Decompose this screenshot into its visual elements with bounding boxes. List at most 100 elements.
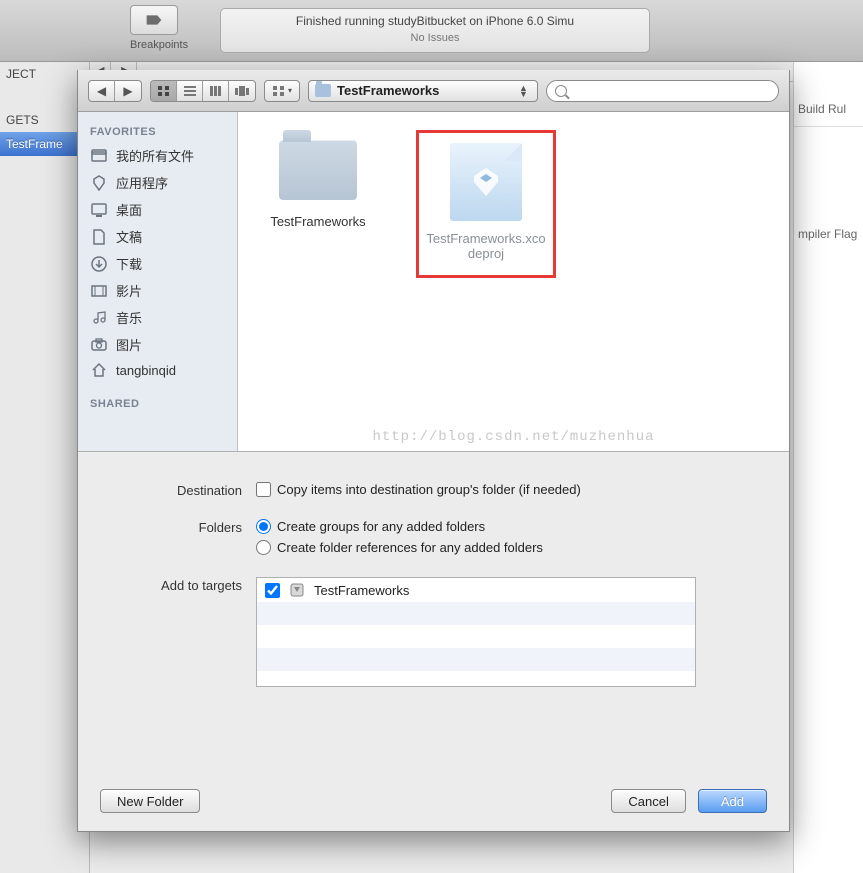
coverflow-view-icon bbox=[235, 85, 249, 97]
options-panel: Destination Copy items into destination … bbox=[78, 452, 789, 713]
add-button[interactable]: Add bbox=[698, 789, 767, 813]
status-bar: Finished running studyBitbucket on iPhon… bbox=[220, 8, 650, 53]
file-item-xcodeproj[interactable]: TestFrameworks.xcodeproj bbox=[416, 130, 556, 278]
coverflow-view-button[interactable] bbox=[229, 81, 255, 101]
folders-row: Folders Create groups for any added fold… bbox=[118, 519, 749, 561]
arrange-button[interactable]: ▾ bbox=[265, 81, 299, 101]
music-icon bbox=[90, 310, 108, 326]
sidebar-item-home[interactable]: tangbinqid bbox=[78, 358, 237, 382]
target-icon bbox=[288, 582, 306, 598]
create-groups-label: Create groups for any added folders bbox=[277, 519, 485, 534]
path-control[interactable]: TestFrameworks ▲▼ bbox=[308, 80, 538, 102]
sidebar-item-applications[interactable]: 应用程序 bbox=[78, 169, 237, 196]
arrange-segment[interactable]: ▾ bbox=[264, 80, 300, 102]
target-row-empty bbox=[257, 648, 695, 671]
breakpoints-button[interactable] bbox=[130, 5, 178, 35]
sidebar-item-label: 下载 bbox=[116, 254, 142, 273]
destination-row: Destination Copy items into destination … bbox=[118, 482, 749, 503]
list-view-icon bbox=[183, 85, 197, 97]
create-references-label: Create folder references for any added f… bbox=[277, 540, 543, 555]
view-mode-segment[interactable] bbox=[150, 80, 256, 102]
search-field[interactable] bbox=[546, 80, 779, 102]
favorites-header: FAVORITES bbox=[78, 120, 237, 142]
icon-view-button[interactable] bbox=[151, 81, 177, 101]
sidebar-item-movies[interactable]: 影片 bbox=[78, 277, 237, 304]
xcode-editor-right: Build Rul mpiler Flag bbox=[793, 62, 863, 873]
cancel-button[interactable]: Cancel bbox=[611, 789, 685, 813]
target-name: TestFrameworks bbox=[314, 583, 409, 598]
file-pane[interactable]: TestFrameworks TestFrameworks.xcodeproj … bbox=[238, 112, 789, 451]
file-label: TestFrameworks bbox=[248, 214, 388, 229]
sidebar-item-label: 影片 bbox=[116, 281, 142, 300]
sidebar-item-downloads[interactable]: 下载 bbox=[78, 250, 237, 277]
folder-icon bbox=[279, 140, 357, 200]
column-view-button[interactable] bbox=[203, 81, 229, 101]
sidebar-item-label: 音乐 bbox=[116, 308, 142, 327]
downloads-icon bbox=[90, 256, 108, 272]
button-bar: New Folder Cancel Add bbox=[78, 771, 789, 831]
breakpoint-icon bbox=[146, 12, 162, 28]
search-icon bbox=[555, 85, 567, 97]
sidebar-item-allfiles[interactable]: 我的所有文件 bbox=[78, 142, 237, 169]
sidebar-item-label: 我的所有文件 bbox=[116, 146, 194, 165]
targets-label: Add to targets bbox=[118, 577, 256, 593]
forward-button[interactable]: ▶ bbox=[115, 81, 141, 101]
file-browser: FAVORITES 我的所有文件 应用程序 桌面 文稿 下载 影片 音乐 图片 … bbox=[78, 112, 789, 452]
nav-history-segment[interactable]: ◀ ▶ bbox=[88, 80, 142, 102]
destination-label: Destination bbox=[118, 482, 256, 498]
copy-items-option[interactable]: Copy items into destination group's fold… bbox=[256, 482, 749, 497]
arrange-icon bbox=[272, 85, 286, 97]
shared-header: SHARED bbox=[78, 392, 237, 414]
create-references-radio[interactable] bbox=[256, 540, 271, 555]
targets-list[interactable]: TestFrameworks bbox=[256, 577, 696, 687]
home-icon bbox=[90, 362, 108, 378]
sidebar-item-desktop[interactable]: 桌面 bbox=[78, 196, 237, 223]
nav-targets: GETS bbox=[0, 108, 89, 132]
icon-view-icon bbox=[157, 85, 171, 97]
path-stepper-icon[interactable]: ▲▼ bbox=[519, 85, 531, 97]
copy-items-checkbox[interactable] bbox=[256, 482, 271, 497]
targets-row: Add to targets TestFrameworks bbox=[118, 577, 749, 687]
target-row-empty bbox=[257, 602, 695, 625]
copy-items-label: Copy items into destination group's fold… bbox=[277, 482, 581, 497]
xcode-toolbar: Breakpoints Finished running studyBitbuc… bbox=[0, 0, 863, 62]
sheet-toolbar: ◀ ▶ ▾ TestFrameworks ▲ bbox=[78, 70, 789, 112]
breakpoints-control[interactable]: Breakpoints bbox=[130, 5, 188, 51]
sidebar-item-label: 应用程序 bbox=[116, 173, 168, 192]
breakpoints-label: Breakpoints bbox=[130, 39, 188, 51]
add-files-sheet: ◀ ▶ ▾ TestFrameworks ▲ bbox=[77, 70, 790, 832]
column-view-icon bbox=[209, 85, 223, 97]
folder-icon bbox=[315, 84, 331, 97]
search-input[interactable] bbox=[571, 84, 770, 98]
file-item-folder[interactable]: TestFrameworks bbox=[248, 130, 388, 229]
desktop-icon bbox=[90, 202, 108, 218]
sidebar-item-label: 文稿 bbox=[116, 227, 142, 246]
sidebar-item-documents[interactable]: 文稿 bbox=[78, 223, 237, 250]
new-folder-button[interactable]: New Folder bbox=[100, 789, 200, 813]
watermark: http://blog.csdn.net/muzhenhua bbox=[238, 429, 789, 445]
create-references-option[interactable]: Create folder references for any added f… bbox=[256, 540, 749, 555]
drive-icon bbox=[90, 148, 108, 164]
xcodeproj-icon bbox=[450, 143, 522, 221]
movies-icon bbox=[90, 283, 108, 299]
nav-target-selected[interactable]: TestFrame bbox=[0, 132, 89, 156]
path-label: TestFrameworks bbox=[337, 83, 513, 98]
folders-label: Folders bbox=[118, 519, 256, 535]
tab-build-rules[interactable]: Build Rul bbox=[794, 92, 863, 127]
back-button[interactable]: ◀ bbox=[89, 81, 115, 101]
finder-sidebar: FAVORITES 我的所有文件 应用程序 桌面 文稿 下载 影片 音乐 图片 … bbox=[78, 112, 238, 451]
list-view-button[interactable] bbox=[177, 81, 203, 101]
target-checkbox[interactable] bbox=[265, 583, 280, 598]
apps-icon bbox=[90, 175, 108, 191]
target-row-empty bbox=[257, 625, 695, 648]
sidebar-item-label: 桌面 bbox=[116, 200, 142, 219]
create-groups-radio[interactable] bbox=[256, 519, 271, 534]
sidebar-item-pictures[interactable]: 图片 bbox=[78, 331, 237, 358]
sidebar-item-music[interactable]: 音乐 bbox=[78, 304, 237, 331]
nav-project: JECT bbox=[0, 62, 89, 86]
create-groups-option[interactable]: Create groups for any added folders bbox=[256, 519, 749, 534]
status-line2: No Issues bbox=[221, 28, 649, 44]
target-row[interactable]: TestFrameworks bbox=[257, 578, 695, 602]
sidebar-item-label: 图片 bbox=[116, 335, 142, 354]
sidebar-item-label: tangbinqid bbox=[116, 363, 176, 378]
